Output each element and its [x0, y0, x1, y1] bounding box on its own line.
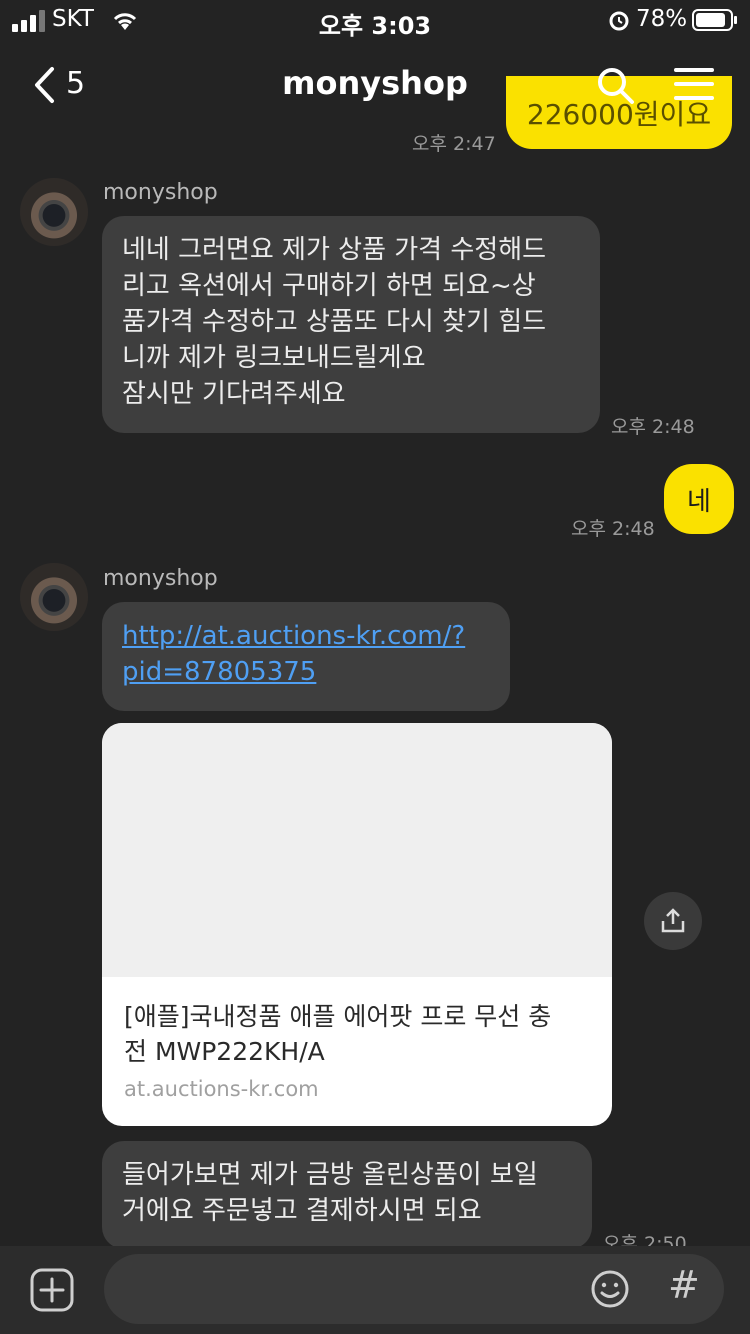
- share-icon: [661, 908, 685, 933]
- message-input[interactable]: [104, 1254, 724, 1324]
- message-line: 리고 옥션에서 구매하기 하면 되요~상: [122, 271, 536, 301]
- chat-title: monyshop: [282, 64, 468, 102]
- link-text[interactable]: http://at.auctions-kr.com/?: [122, 618, 490, 654]
- status-bar: SKT 오후 3:03 78%: [0, 0, 750, 42]
- link-preview-card[interactable]: [애플]국내정품 애플 에어팟 프로 무선 충 전 MWP222KH/A at.…: [102, 723, 612, 1126]
- link-preview-domain: at.auctions-kr.com: [124, 1077, 319, 1101]
- battery-icon: [692, 9, 737, 31]
- message-bubble[interactable]: 네네 그러면요 제가 상품 가격 수정해드 리고 옥션에서 구매하기 하면 되요…: [102, 216, 600, 433]
- message-line: 네네 그러면요 제가 상품 가격 수정해드: [122, 235, 547, 265]
- alarm-icon: [609, 11, 629, 31]
- message-line: 니까 제가 링크보내드릴게요: [122, 343, 426, 373]
- link-preview-title-line: [애플]국내정품 애플 에어팟 프로 무선 충: [124, 1002, 552, 1031]
- message-time: 오후 2:48: [571, 518, 655, 540]
- plus-icon[interactable]: [30, 1268, 74, 1312]
- link-text[interactable]: pid=87805375: [122, 654, 490, 690]
- emoji-icon[interactable]: [590, 1269, 630, 1309]
- link-message-bubble: http://at.auctions-kr.com/? pid=87805375: [102, 602, 510, 711]
- message-line: 잠시만 기다려주세요: [122, 379, 346, 409]
- battery-percent: 78%: [636, 6, 688, 32]
- search-icon[interactable]: [596, 66, 636, 106]
- avatar[interactable]: [20, 178, 88, 246]
- link-preview-image: [102, 723, 612, 977]
- message-line: 들어가보면 제가 금방 올린상품이 보일: [122, 1160, 538, 1190]
- link-preview-title: [애플]국내정품 애플 에어팟 프로 무선 충 전 MWP222KH/A: [102, 977, 612, 1069]
- message-line: 품가격 수정하고 상품또 다시 찾기 힘드: [122, 307, 547, 337]
- sender-name: monyshop: [103, 566, 218, 591]
- hashtag-search-button[interactable]: #: [668, 1263, 700, 1307]
- share-button[interactable]: [644, 892, 702, 950]
- link-preview-title-line: 전 MWP222KH/A: [124, 1037, 325, 1066]
- message-bubble[interactable]: 들어가보면 제가 금방 올린상품이 보일 거에요 주문넣고 결제하시면 되요: [102, 1141, 592, 1249]
- message-text: 네: [687, 486, 711, 517]
- message-time: 오후 2:47: [412, 133, 496, 155]
- my-message-bubble[interactable]: 네: [664, 464, 734, 534]
- avatar[interactable]: [20, 563, 88, 631]
- sender-name: monyshop: [103, 180, 218, 205]
- message-line: 거에요 주문넣고 결제하시면 되요: [122, 1196, 482, 1226]
- menu-icon[interactable]: [674, 68, 714, 100]
- message-time: 오후 2:48: [611, 416, 695, 438]
